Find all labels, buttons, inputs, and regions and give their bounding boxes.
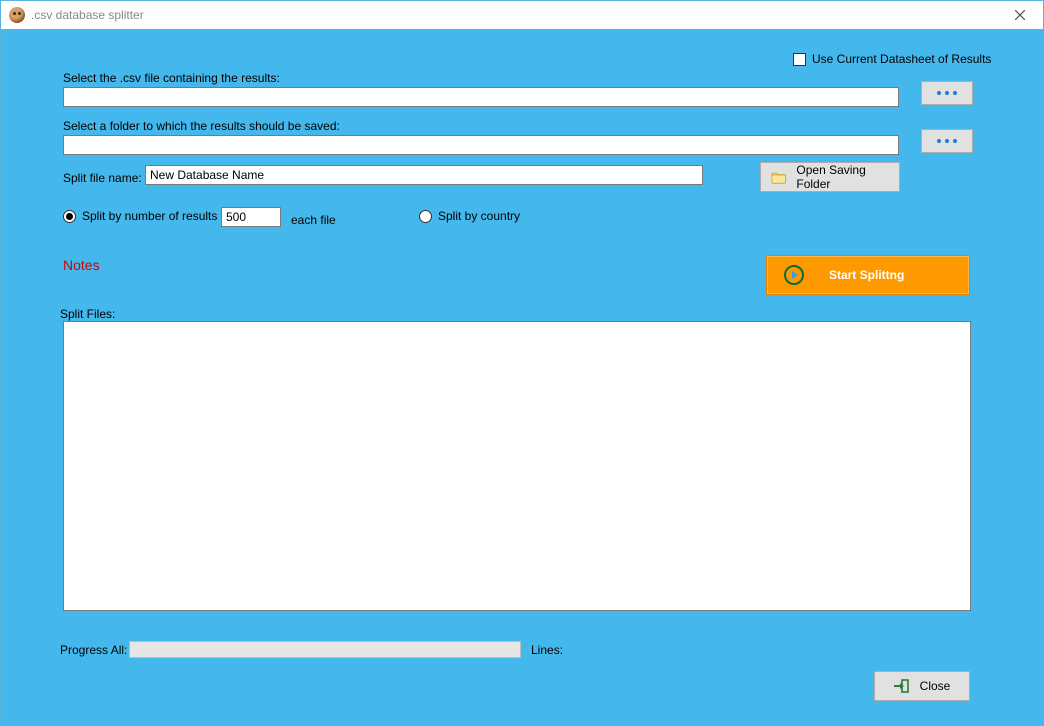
progress-all-label: Progress All: [60,643,127,657]
lines-label: Lines: [531,643,563,657]
main-window: .csv database splitter Use Current Datas… [0,0,1044,726]
window-title: .csv database splitter [31,8,144,22]
split-by-country-radio[interactable]: Split by country [419,209,520,223]
radio-label: Split by number of results [82,209,217,223]
select-folder-label: Select a folder to which the results sho… [63,119,340,133]
use-current-datasheet-checkbox[interactable]: Use Current Datasheet of Results [793,52,991,66]
button-label: Start Splittng [829,268,904,282]
content-area: Use Current Datasheet of Results Select … [1,29,1043,725]
browse-csv-button[interactable] [921,81,973,105]
app-icon [9,7,25,23]
checkbox-icon [793,53,806,66]
progress-bar [129,641,521,658]
checkbox-label: Use Current Datasheet of Results [812,52,991,66]
radio-label: Split by country [438,209,520,223]
split-files-listbox[interactable] [63,321,971,611]
window-close-button[interactable] [997,1,1043,29]
csv-path-input[interactable] [63,87,899,107]
browse-folder-button[interactable] [921,129,973,153]
count-input[interactable] [221,207,281,227]
button-label: Open Saving Folder [796,163,899,191]
split-filename-label: Split file name: [63,171,142,185]
folder-path-input[interactable] [63,135,899,155]
select-csv-label: Select the .csv file containing the resu… [63,71,280,85]
split-by-number-radio[interactable]: Split by number of results [63,209,217,223]
notes-label: Notes [63,257,100,273]
exit-icon [894,678,910,694]
titlebar: .csv database splitter [1,1,1043,29]
button-label: Close [920,679,951,693]
split-files-label: Split Files: [60,307,115,321]
folder-icon [771,170,786,184]
filename-input[interactable] [145,165,703,185]
close-icon [1015,10,1025,20]
play-icon [783,264,805,286]
start-splitting-button[interactable]: Start Splittng [766,255,970,295]
close-button[interactable]: Close [874,671,970,701]
each-file-label: each file [291,213,336,227]
radio-icon [419,210,432,223]
radio-icon [63,210,76,223]
open-saving-folder-button[interactable]: Open Saving Folder [760,162,900,192]
ellipsis-icon [937,139,957,143]
ellipsis-icon [937,91,957,95]
